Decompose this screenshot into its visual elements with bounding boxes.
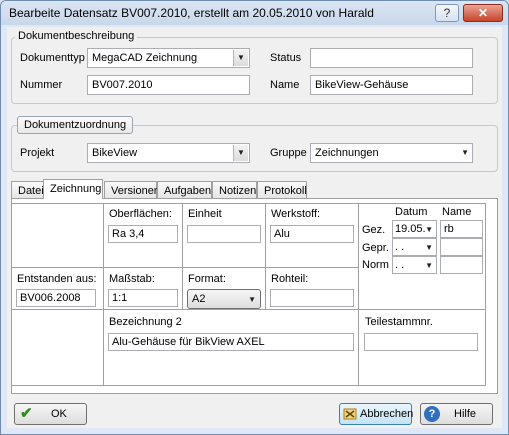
nummer-value: BV007.2010 xyxy=(92,79,153,91)
format-label: Format: xyxy=(188,273,226,285)
tab-protokoll[interactable]: Protokoll xyxy=(257,181,307,199)
tab-zeichnung[interactable]: Zeichnung xyxy=(43,179,103,199)
gez-name-value: rb xyxy=(444,223,454,235)
tab-datei-label: Datei xyxy=(18,185,44,197)
bezeichnung-label: Bezeichnung 2 xyxy=(109,316,182,328)
rohteil-label: Rohteil: xyxy=(271,273,309,285)
name-label: Name xyxy=(270,79,300,91)
rohteil-field[interactable] xyxy=(270,289,354,307)
hilfe-label: Hilfe xyxy=(454,408,477,420)
tab-notizen-label: Notizen xyxy=(219,185,257,197)
entstanden-label: Entstanden aus: xyxy=(17,273,97,285)
cell-empty-2 xyxy=(12,310,104,386)
gruppe-label: Gruppe xyxy=(270,147,307,159)
norm-datum-picker[interactable]: . . ▼ xyxy=(392,256,437,274)
dokumenttyp-select[interactable]: MegaCAD Zeichnung ▼ xyxy=(87,48,250,68)
nummer-field[interactable]: BV007.2010 xyxy=(87,75,250,95)
datum-header: Datum xyxy=(395,206,428,218)
massstab-label: Maßstab: xyxy=(109,273,155,285)
close-button[interactable]: ✕ xyxy=(463,4,503,22)
chevron-down-icon[interactable]: ▼ xyxy=(425,241,433,255)
chevron-down-icon[interactable]: ▼ xyxy=(425,259,433,273)
massstab-value: 1:1 xyxy=(112,292,128,304)
entstanden-field[interactable]: BV006.2008 xyxy=(16,289,96,307)
abbrechen-label: Abbrechen xyxy=(360,408,414,420)
tab-zeichnung-label: Zeichnung xyxy=(50,183,102,195)
dokumentbeschreibung-legend: Dokumentbeschreibung xyxy=(15,29,138,43)
projekt-value: BikeView xyxy=(92,147,138,159)
dokumenttyp-value: MegaCAD Zeichnung xyxy=(92,52,198,64)
gepr-label: Gepr. xyxy=(362,242,389,254)
cell-empty-1 xyxy=(12,203,104,268)
norm-datum-value: . . xyxy=(395,259,405,271)
gepr-datum-picker[interactable]: . . ▼ xyxy=(392,238,437,256)
teilestamm-label: Teilestammnr. xyxy=(365,316,433,328)
einheit-field[interactable] xyxy=(187,225,261,243)
tab-versionen[interactable]: Versionen xyxy=(104,181,160,199)
bezeichnung-value: Alu-Gehäuse für BikView AXEL xyxy=(112,336,265,348)
gez-label: Gez. xyxy=(362,224,386,236)
check-icon: ✔ xyxy=(20,405,33,422)
gez-datum-value: 19.05. xyxy=(395,223,426,235)
help-title-button[interactable]: ? xyxy=(435,4,459,22)
gruppe-value: Zeichnungen xyxy=(315,147,379,159)
status-field[interactable] xyxy=(310,48,473,68)
chevron-down-icon[interactable]: ▼ xyxy=(233,50,248,66)
projekt-select[interactable]: BikeView ▼ xyxy=(87,143,250,163)
name-header: Name xyxy=(442,206,472,218)
entstanden-value: BV006.2008 xyxy=(20,292,81,304)
tab-protokoll-label: Protokoll xyxy=(264,185,307,197)
dokumenttyp-label: Dokumenttyp xyxy=(20,52,85,64)
format-value: A2 xyxy=(192,293,206,305)
gez-name-field[interactable]: rb xyxy=(440,220,483,238)
help-icon: ? xyxy=(424,406,440,422)
abbrechen-button[interactable]: Abbrechen xyxy=(339,403,414,425)
chevron-down-icon[interactable]: ▼ xyxy=(461,146,469,160)
gruppe-select[interactable]: Zeichnungen ▼ xyxy=(310,143,473,163)
chevron-down-icon[interactable]: ▼ xyxy=(233,145,248,161)
bezeichnung-field[interactable]: Alu-Gehäuse für BikView AXEL xyxy=(108,333,354,351)
tab-aufgaben-label: Aufgaben xyxy=(164,185,212,197)
cancel-icon xyxy=(343,407,357,421)
ok-button[interactable]: ✔ OK xyxy=(14,403,87,425)
teilestamm-field[interactable] xyxy=(364,333,478,351)
norm-label: Norm xyxy=(362,259,389,271)
norm-name-field[interactable] xyxy=(440,256,483,274)
nummer-label: Nummer xyxy=(20,79,63,91)
werkstoff-value: Alu xyxy=(274,228,290,240)
tab-aufgaben[interactable]: Aufgaben xyxy=(157,181,212,199)
window-title: Bearbeite Datensatz BV007.2010, erstellt… xyxy=(9,6,374,20)
oberflaechen-label: Oberflächen: xyxy=(109,208,172,220)
gez-datum-picker[interactable]: 19.05. ▼ xyxy=(392,220,437,238)
tab-notizen[interactable]: Notizen xyxy=(212,181,257,199)
question-icon: ? xyxy=(443,6,451,20)
gepr-datum-value: . . xyxy=(395,241,405,253)
hilfe-button[interactable]: ? Hilfe xyxy=(420,403,493,425)
projekt-label: Projekt xyxy=(20,147,55,159)
chevron-down-icon[interactable]: ▼ xyxy=(425,223,433,237)
tab-versionen-label: Versionen xyxy=(111,185,160,197)
oberflaechen-value: Ra 3,4 xyxy=(112,228,145,240)
dokumentzuordnung-legend: Dokumentzuordnung xyxy=(17,116,134,134)
werkstoff-label: Werkstoff: xyxy=(271,208,321,220)
chevron-down-icon[interactable]: ▼ xyxy=(248,293,256,307)
name-value: BikeView-Gehäuse xyxy=(315,79,409,91)
werkstoff-field[interactable]: Alu xyxy=(270,225,354,243)
gepr-name-field[interactable] xyxy=(440,238,483,256)
format-select[interactable]: A2 ▼ xyxy=(187,289,261,309)
title-bar: Bearbeite Datensatz BV007.2010, erstellt… xyxy=(1,1,508,25)
einheit-label: Einheit xyxy=(188,208,222,220)
tab-datei[interactable]: Datei xyxy=(11,181,44,199)
ok-label: OK xyxy=(51,408,67,420)
status-label: Status xyxy=(270,52,302,64)
massstab-field[interactable]: 1:1 xyxy=(108,289,178,307)
oberflaechen-field[interactable]: Ra 3,4 xyxy=(108,225,178,243)
close-icon: ✕ xyxy=(477,6,489,20)
name-field[interactable]: BikeView-Gehäuse xyxy=(310,75,473,95)
